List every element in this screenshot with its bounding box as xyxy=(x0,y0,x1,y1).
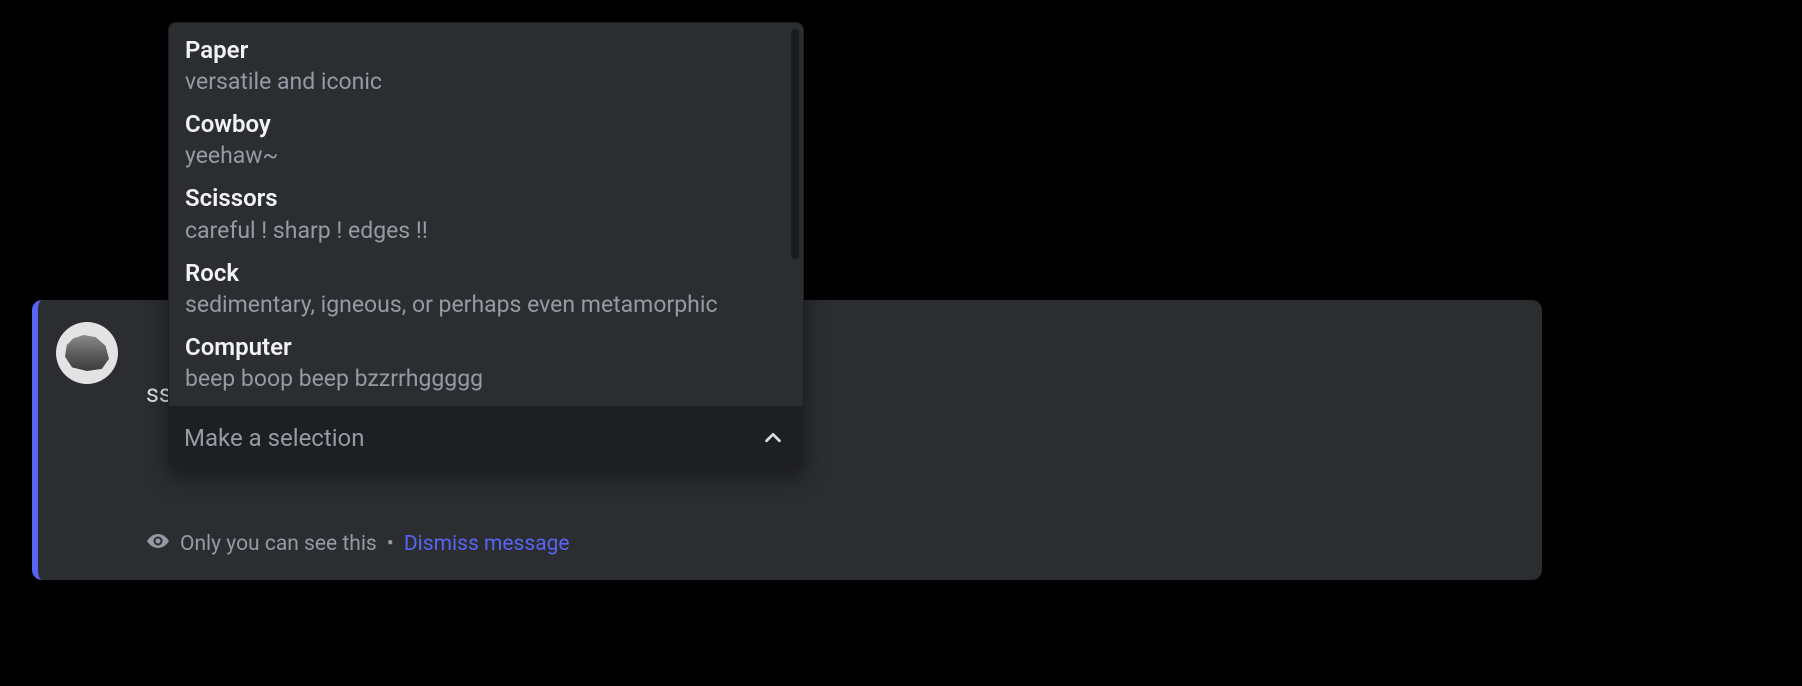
select-placeholder: Make a selection xyxy=(184,424,365,452)
select-trigger[interactable]: Make a selection xyxy=(168,407,804,469)
option-label: Scissors xyxy=(185,183,787,214)
separator-dot: • xyxy=(387,532,394,556)
bot-avatar[interactable] xyxy=(56,322,118,384)
option-description: versatile and iconic xyxy=(185,66,787,97)
option-description: beep boop beep bzzrrhggggg xyxy=(185,363,787,394)
option-rock[interactable]: Rock sedimentary, igneous, or perhaps ev… xyxy=(169,252,803,326)
option-description: sedimentary, igneous, or perhaps even me… xyxy=(185,289,787,320)
chevron-up-icon xyxy=(760,425,786,451)
eye-icon xyxy=(146,529,170,559)
option-label: Rock xyxy=(185,258,787,289)
select-menu: Paper versatile and iconic Cowboy yeehaw… xyxy=(168,22,804,469)
option-scissors[interactable]: Scissors careful ! sharp ! edges !! xyxy=(169,177,803,251)
select-options-list: Paper versatile and iconic Cowboy yeehaw… xyxy=(168,22,804,407)
scrollbar[interactable] xyxy=(791,29,799,259)
option-label: Cowboy xyxy=(185,109,787,140)
option-label: Computer xyxy=(185,332,787,363)
option-label: Paper xyxy=(185,35,787,66)
option-paper[interactable]: Paper versatile and iconic xyxy=(169,29,803,103)
ephemeral-notice: Only you can see this • Dismiss message xyxy=(146,529,1522,559)
ephemeral-text: Only you can see this xyxy=(180,532,377,556)
option-description: yeehaw~ xyxy=(185,140,787,171)
dismiss-link[interactable]: Dismiss message xyxy=(404,532,570,556)
option-computer[interactable]: Computer beep boop beep bzzrrhggggg xyxy=(169,326,803,400)
rock-icon xyxy=(65,335,109,371)
option-cowboy[interactable]: Cowboy yeehaw~ xyxy=(169,103,803,177)
option-description: careful ! sharp ! edges !! xyxy=(185,215,787,246)
